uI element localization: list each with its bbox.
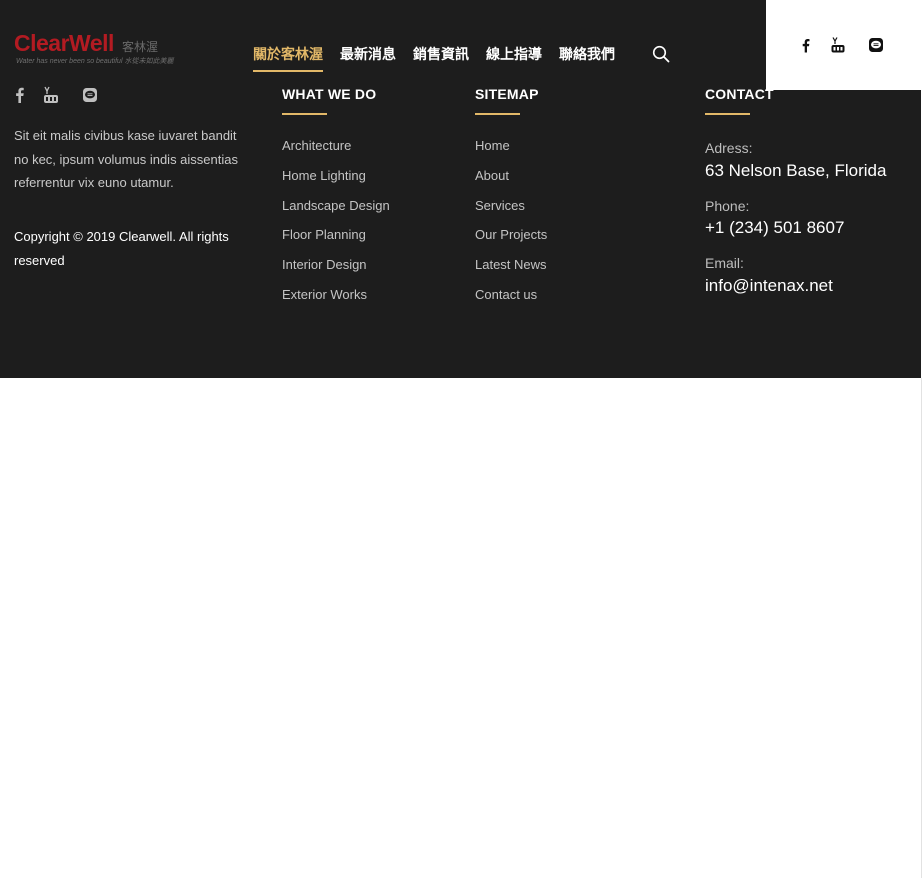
nav-item-news[interactable]: 最新消息 (340, 44, 396, 72)
what-we-do-title: WHAT WE DO (282, 86, 377, 102)
link-home[interactable]: Home (475, 137, 547, 167)
line-icon[interactable] (868, 37, 884, 53)
phone-label: Phone: (705, 198, 750, 214)
link-our-projects[interactable]: Our Projects (475, 226, 547, 256)
main-nav: 關於客林渥 最新消息 銷售資訊 線上指導 聯絡我們 (253, 44, 632, 72)
link-latest-news[interactable]: Latest News (475, 256, 547, 286)
email-value[interactable]: info@intenax.net (705, 276, 833, 296)
search-icon[interactable] (652, 45, 670, 63)
link-contact-us[interactable]: Contact us (475, 286, 547, 316)
link-exterior-works[interactable]: Exterior Works (282, 286, 390, 316)
link-home-lighting[interactable]: Home Lighting (282, 167, 390, 197)
title-underline (475, 113, 520, 115)
contact-title: CONTACT (705, 86, 774, 102)
what-we-do-list: Architecture Home Lighting Landscape Des… (282, 137, 390, 316)
link-about[interactable]: About (475, 167, 547, 197)
email-label: Email: (705, 255, 744, 271)
header-social-box (766, 0, 922, 90)
nav-item-contact[interactable]: 聯絡我們 (559, 44, 615, 72)
copyright: Copyright © 2019 Clearwell. All rights r… (14, 229, 229, 268)
nav-item-about[interactable]: 關於客林渥 (253, 44, 323, 72)
sitemap-title: SITEMAP (475, 86, 539, 102)
title-underline (282, 113, 327, 115)
link-floor-planning[interactable]: Floor Planning (282, 226, 390, 256)
line-icon[interactable] (82, 86, 98, 104)
logo-chinese-name: 客林渥 (122, 40, 159, 54)
logo-tagline: Water has never been so beautiful 水從未如此美… (16, 58, 174, 65)
link-interior-design[interactable]: Interior Design (282, 256, 390, 286)
nav-item-guidance[interactable]: 線上指導 (486, 44, 542, 72)
link-landscape-design[interactable]: Landscape Design (282, 197, 390, 227)
facebook-icon[interactable] (798, 37, 814, 53)
facebook-icon[interactable] (12, 86, 28, 104)
nav-item-sales[interactable]: 銷售資訊 (413, 44, 469, 72)
sitemap-list: Home About Services Our Projects Latest … (475, 137, 547, 316)
link-services[interactable]: Services (475, 197, 547, 227)
logo[interactable]: ClearWell 客林渥 Water has never been so be… (14, 30, 173, 65)
address-value: 63 Nelson Base, Florida (705, 161, 887, 180)
about-text: Sit eit malis civibus kase iuvaret bandi… (14, 128, 238, 190)
address-label: Adress: (705, 140, 753, 156)
youtube-icon[interactable] (43, 86, 59, 104)
link-architecture[interactable]: Architecture (282, 137, 390, 167)
logo-text: ClearWell (14, 30, 114, 56)
title-underline (705, 113, 750, 115)
youtube-icon[interactable] (830, 37, 846, 53)
phone-value[interactable]: +1 (234) 501 8607 (705, 218, 844, 238)
